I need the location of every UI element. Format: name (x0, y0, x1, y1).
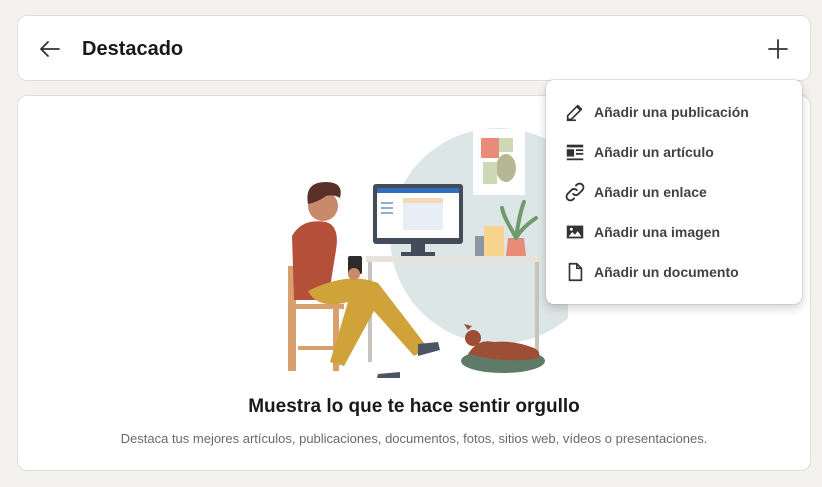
back-button[interactable] (32, 31, 68, 67)
pencil-icon (564, 101, 586, 123)
article-icon (564, 141, 586, 163)
add-featured-button[interactable] (760, 31, 796, 67)
add-featured-menu: Añadir una publicación Añadir un artícul… (546, 80, 802, 304)
menu-item-label: Añadir una publicación (594, 104, 749, 120)
page-title: Destacado (82, 38, 184, 60)
link-icon (564, 181, 586, 203)
document-icon (564, 261, 586, 283)
featured-header: Destacado (17, 15, 811, 81)
menu-item-add-document[interactable]: Añadir un documento (546, 252, 802, 292)
menu-item-add-image[interactable]: Añadir una imagen (546, 212, 802, 252)
plus-icon (768, 39, 788, 59)
menu-item-label: Añadir un documento (594, 264, 739, 280)
menu-item-add-link[interactable]: Añadir un enlace (546, 172, 802, 212)
menu-item-label: Añadir un enlace (594, 184, 707, 200)
empty-state-title: Muestra lo que te hace sentir orgullo (248, 396, 580, 417)
menu-item-label: Añadir un artículo (594, 144, 714, 160)
menu-item-add-article[interactable]: Añadir un artículo (546, 132, 802, 172)
empty-state-description: Destaca tus mejores artículos, publicaci… (120, 431, 708, 446)
image-icon (564, 221, 586, 243)
menu-item-add-post[interactable]: Añadir una publicación (546, 92, 802, 132)
menu-item-label: Añadir una imagen (594, 224, 721, 240)
arrow-left-icon (40, 41, 60, 57)
empty-state-illustration (288, 128, 568, 378)
